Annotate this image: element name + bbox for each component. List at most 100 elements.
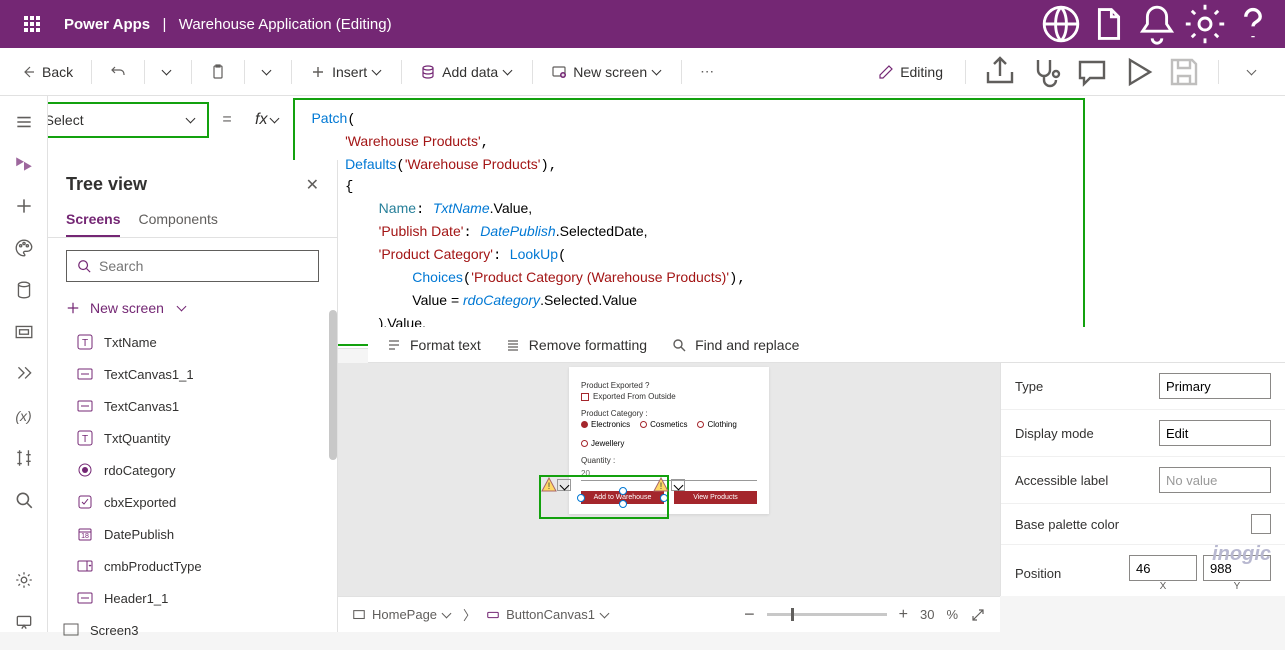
- fx-button[interactable]: fx: [245, 96, 291, 144]
- publish-dropdown[interactable]: [1235, 54, 1271, 90]
- quantity-label: Quantity :: [581, 456, 757, 465]
- undo-dropdown[interactable]: [157, 63, 179, 81]
- find-replace-button[interactable]: Find and replace: [671, 337, 799, 353]
- tree-item[interactable]: rdoCategory: [48, 454, 337, 486]
- notifications-icon[interactable]: [1133, 0, 1181, 48]
- remove-format-icon: [505, 337, 521, 353]
- popout-icon[interactable]: [970, 607, 986, 623]
- svg-text:T: T: [82, 338, 88, 349]
- back-button[interactable]: Back: [14, 60, 79, 84]
- tree-item-label: Header1_1: [104, 591, 168, 606]
- help-icon[interactable]: [1229, 0, 1277, 48]
- text-icon: T: [76, 429, 94, 447]
- preview-button[interactable]: [1120, 54, 1156, 90]
- data-rail-icon[interactable]: [14, 280, 34, 300]
- hamburger-icon[interactable]: [14, 112, 34, 132]
- editing-mode[interactable]: Editing: [872, 60, 949, 84]
- variables-icon[interactable]: (x): [14, 406, 34, 426]
- dropdown-handle[interactable]: [671, 479, 685, 491]
- tree-item[interactable]: Header1_1: [48, 582, 337, 614]
- canvas[interactable]: Product Exported ? Exported From Outside…: [338, 363, 1000, 596]
- tree-item[interactable]: TTxtName: [48, 326, 337, 358]
- arrow-left-icon: [20, 64, 36, 80]
- tree-item[interactable]: Screen3: [48, 614, 337, 646]
- crumb-separator: 〉: [463, 605, 476, 624]
- remove-formatting-button[interactable]: Remove formatting: [505, 337, 647, 353]
- tab-components[interactable]: Components: [138, 203, 217, 237]
- tree-item-label: rdoCategory: [104, 463, 176, 478]
- share-button[interactable]: [982, 54, 1018, 90]
- close-icon[interactable]: ✕: [306, 175, 319, 195]
- search-input[interactable]: [99, 258, 308, 274]
- add-data-button[interactable]: Add data: [414, 60, 520, 84]
- zoom-in[interactable]: +: [899, 606, 908, 624]
- tree-item[interactable]: TextCanvas1_1: [48, 358, 337, 390]
- properties-panel: Type Display mode Accessible label Base …: [1000, 363, 1285, 596]
- copilot-icon[interactable]: [1085, 0, 1133, 48]
- paste-dropdown[interactable]: [257, 63, 279, 81]
- flows-icon[interactable]: [14, 364, 34, 384]
- new-screen-button[interactable]: New screen: [545, 60, 669, 84]
- more-button[interactable]: ⋯: [694, 59, 720, 84]
- media-icon[interactable]: [14, 322, 34, 342]
- tree-item-label: TextCanvas1: [104, 399, 179, 414]
- save-button[interactable]: [1166, 54, 1202, 90]
- breadcrumb-home[interactable]: HomePage: [352, 607, 453, 622]
- app-name: Power Apps: [64, 16, 150, 33]
- prop-display-input[interactable]: [1159, 420, 1271, 446]
- search-rail-icon[interactable]: [14, 490, 34, 510]
- insert-button[interactable]: Insert: [304, 60, 389, 84]
- tree-view-icon[interactable]: [14, 154, 34, 174]
- exported-check: Exported From Outside: [593, 392, 676, 401]
- tree-item[interactable]: TTxtQuantity: [48, 422, 337, 454]
- comments-button[interactable]: [1074, 54, 1110, 90]
- tree-item[interactable]: cbxExported: [48, 486, 337, 518]
- chevron-down-icon: [178, 303, 188, 313]
- ask-icon[interactable]: [14, 612, 34, 632]
- prop-x-input[interactable]: [1129, 555, 1197, 581]
- chevron-down-icon: [187, 115, 197, 125]
- breadcrumb-button[interactable]: ButtonCanvas1: [486, 607, 611, 622]
- screen-icon: [352, 608, 366, 622]
- prop-accessible-input[interactable]: [1159, 467, 1271, 493]
- theme-icon[interactable]: [14, 238, 34, 258]
- scrollbar[interactable]: [329, 310, 337, 460]
- checkbox-icon: [581, 393, 589, 401]
- zoom-slider[interactable]: [767, 613, 887, 616]
- view-products-button[interactable]: View Products: [674, 491, 757, 504]
- paste-button[interactable]: [204, 60, 232, 84]
- plus-icon: [66, 301, 80, 315]
- prop-palette-label: Base palette color: [1015, 517, 1119, 532]
- new-screen-link[interactable]: New screen: [48, 294, 337, 322]
- radio-icon: [76, 461, 94, 479]
- tree-item[interactable]: 18DatePublish: [48, 518, 337, 550]
- app-title: Warehouse Application (Editing): [179, 16, 392, 33]
- format-text-button[interactable]: Format text: [386, 337, 481, 353]
- tree-item[interactable]: TextCanvas1: [48, 390, 337, 422]
- color-swatch[interactable]: [1251, 514, 1271, 534]
- app-launcher[interactable]: [8, 0, 56, 48]
- chevron-down-icon: [1248, 67, 1258, 77]
- screen-icon: [62, 621, 80, 639]
- svg-text:!: !: [660, 481, 663, 491]
- environment-icon[interactable]: [1037, 0, 1085, 48]
- label-icon: [76, 365, 94, 383]
- chevron-down-icon: [373, 67, 383, 77]
- undo-button[interactable]: [104, 60, 132, 84]
- combo-icon: [76, 557, 94, 575]
- tree-item[interactable]: cmbProductType: [48, 550, 337, 582]
- chevron-down-icon: [271, 115, 281, 125]
- svg-text:18: 18: [81, 533, 89, 540]
- formula-editor[interactable]: Patch( 'Warehouse Products', Defaults('W…: [293, 98, 1085, 346]
- checker-button[interactable]: [1028, 54, 1064, 90]
- tree-search[interactable]: [66, 250, 319, 282]
- dropdown-handle[interactable]: [557, 479, 571, 491]
- settings-icon[interactable]: [1181, 0, 1229, 48]
- prop-type-input[interactable]: [1159, 373, 1271, 399]
- tab-screens[interactable]: Screens: [66, 203, 120, 237]
- tools-icon[interactable]: [14, 448, 34, 468]
- zoom-out[interactable]: −: [744, 604, 755, 625]
- insert-rail-icon[interactable]: [14, 196, 34, 216]
- play-icon: [1120, 54, 1156, 90]
- settings-rail-icon[interactable]: [14, 570, 34, 590]
